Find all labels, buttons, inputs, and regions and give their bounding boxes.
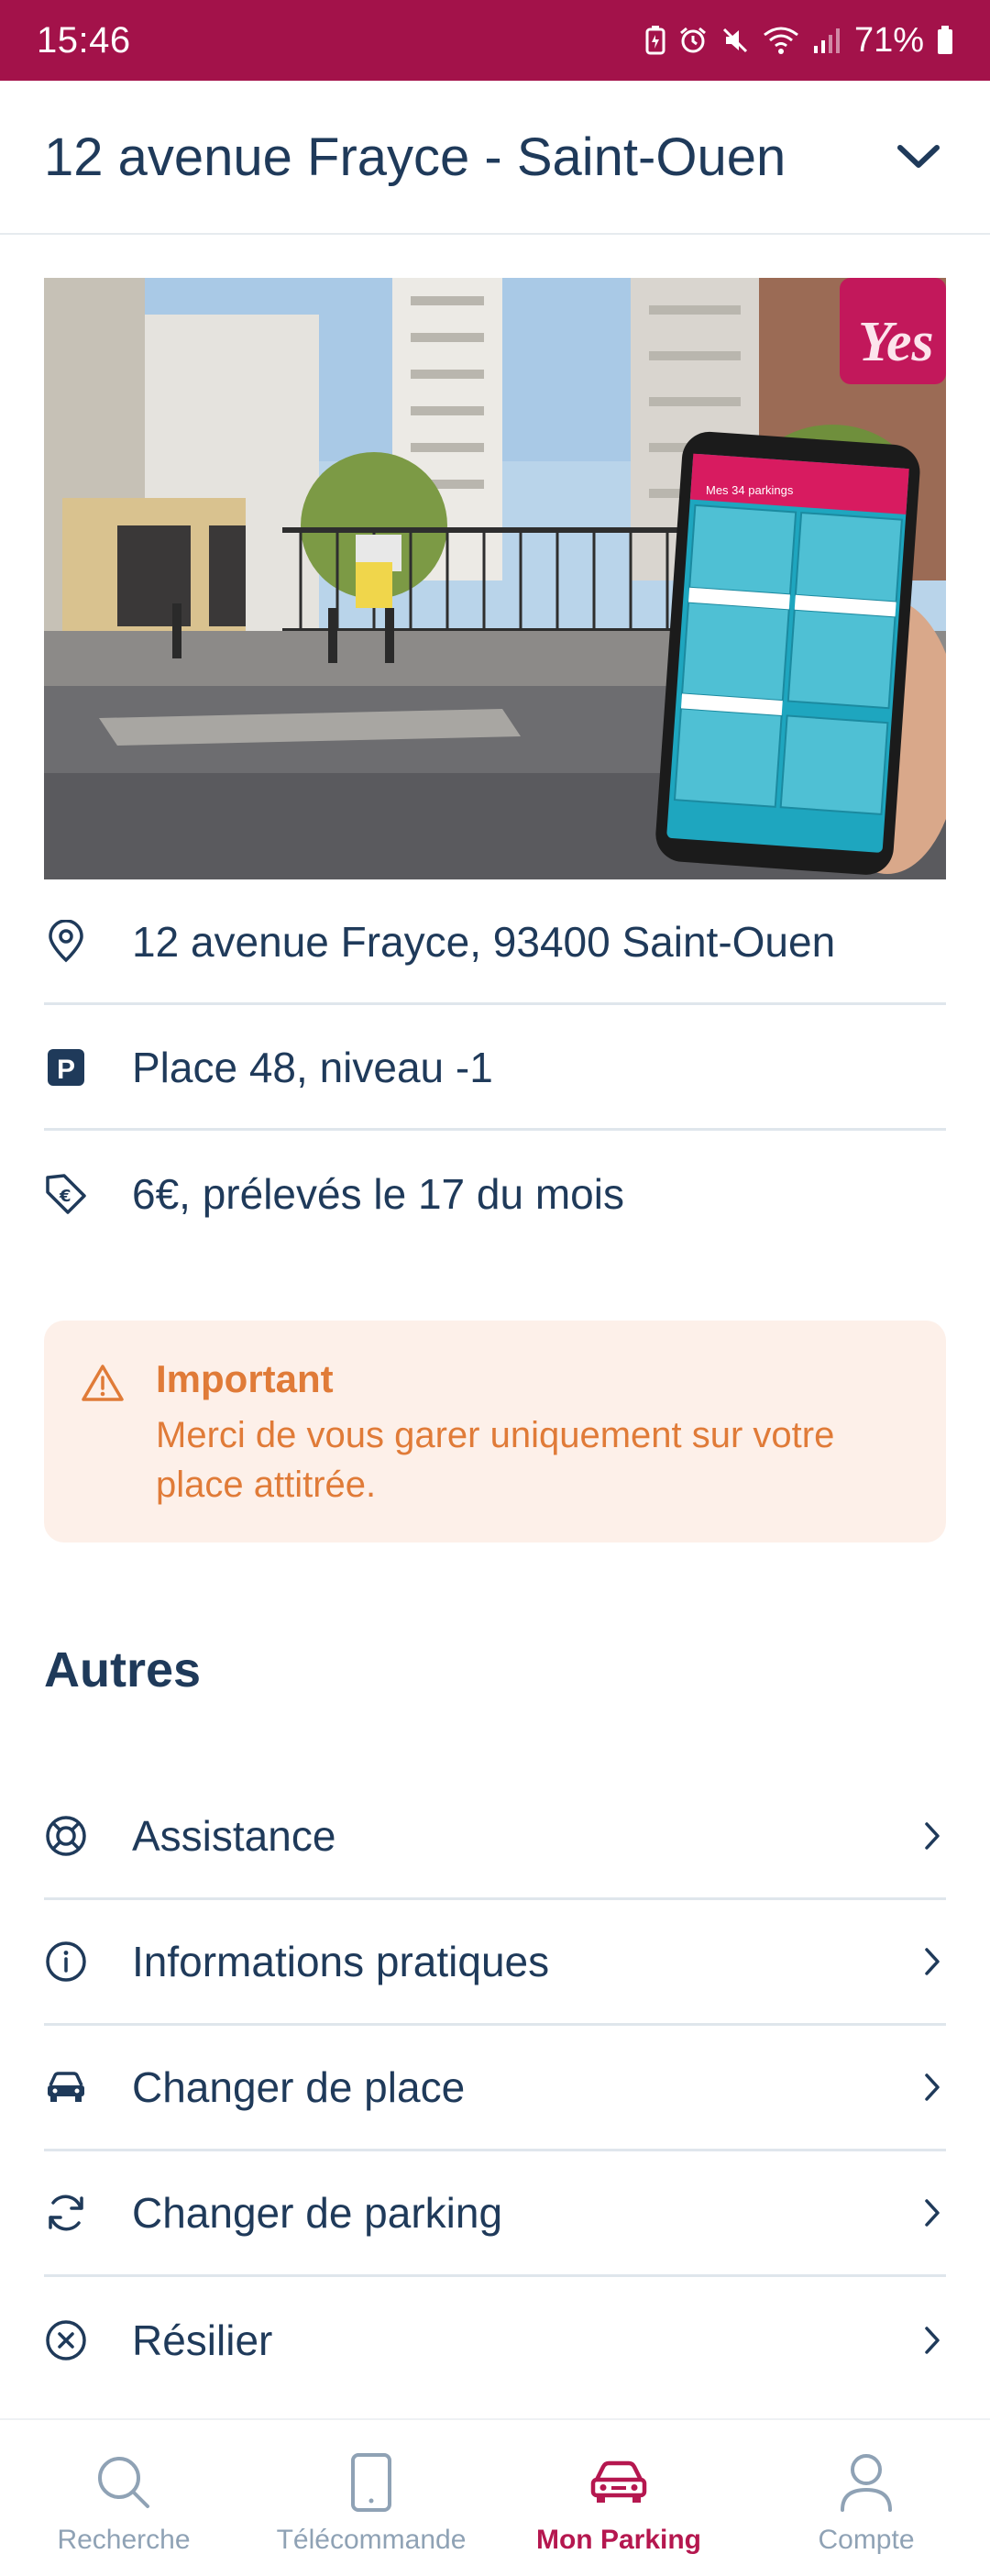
nav-label: Compte bbox=[818, 2525, 915, 2555]
phone-screen-title: Mes 34 parkings bbox=[706, 483, 794, 497]
chevron-down-icon[interactable] bbox=[891, 129, 946, 184]
alert-title: Important bbox=[156, 1357, 334, 1400]
bottom-navigation: Recherche Télécommande Mon Parking Compt… bbox=[0, 2418, 990, 2576]
nav-compte[interactable]: Compte bbox=[742, 2420, 990, 2576]
car-icon bbox=[589, 2448, 648, 2517]
menu-item-label: Changer de parking bbox=[132, 2189, 503, 2237]
battery-icon bbox=[937, 26, 953, 55]
address-text: 12 avenue Frayce, 93400 Saint-Ouen bbox=[132, 917, 836, 966]
phone-icon bbox=[350, 2448, 392, 2517]
mute-icon bbox=[720, 26, 750, 55]
page-title: 12 avenue Frayce - Saint-Ouen bbox=[44, 127, 786, 187]
nav-mon-parking[interactable]: Mon Parking bbox=[495, 2420, 742, 2576]
status-icons: 71% bbox=[645, 21, 953, 61]
parking-icon: P bbox=[44, 1045, 88, 1089]
search-icon bbox=[95, 2448, 152, 2517]
menu-item-label: Informations pratiques bbox=[132, 1938, 550, 1985]
location-pin-icon bbox=[44, 919, 88, 964]
menu-item-changer-place[interactable]: Changer de place bbox=[44, 2026, 946, 2151]
section-title-others: Autres bbox=[44, 1642, 202, 1697]
chevron-right-icon bbox=[918, 1818, 946, 1854]
nav-label: Mon Parking bbox=[535, 2525, 701, 2555]
parking-selector[interactable]: 12 avenue Frayce - Saint-Ouen bbox=[0, 81, 990, 235]
close-circle-icon bbox=[44, 2318, 88, 2362]
place-row: P Place 48, niveau -1 bbox=[44, 1006, 946, 1131]
alert-message: Merci de vous garer uniquement sur votre… bbox=[156, 1415, 835, 1505]
price-text: 6€, prélevés le 17 du mois bbox=[132, 1170, 624, 1218]
nav-label: Télécommande bbox=[276, 2525, 467, 2555]
svg-text:P: P bbox=[57, 1055, 75, 1085]
price-row: € 6€, prélevés le 17 du mois bbox=[44, 1132, 946, 1256]
nav-telecommande[interactable]: Télécommande bbox=[248, 2420, 495, 2576]
nav-recherche[interactable]: Recherche bbox=[0, 2420, 248, 2576]
address-row: 12 avenue Frayce, 93400 Saint-Ouen bbox=[44, 880, 946, 1005]
car-icon bbox=[44, 2065, 88, 2109]
menu-item-changer-parking[interactable]: Changer de parking bbox=[44, 2151, 946, 2277]
important-alert: Important Merci de vous garer uniquement… bbox=[44, 1321, 946, 1542]
place-text: Place 48, niveau -1 bbox=[132, 1043, 493, 1091]
chevron-right-icon bbox=[918, 2069, 946, 2106]
refresh-icon bbox=[44, 2191, 88, 2235]
svg-text:€: € bbox=[59, 1187, 72, 1206]
status-bar: 15:46 71% bbox=[0, 0, 990, 81]
menu-item-label: Assistance bbox=[132, 1812, 336, 1860]
menu-item-assistance[interactable]: Assistance bbox=[44, 1774, 946, 1900]
menu-item-resilier[interactable]: Résilier bbox=[44, 2277, 946, 2403]
battery-saver-icon bbox=[645, 26, 666, 55]
info-icon bbox=[44, 1940, 88, 1984]
menu-item-label: Résilier bbox=[132, 2316, 273, 2364]
chevron-right-icon bbox=[918, 2195, 946, 2231]
status-time: 15:46 bbox=[37, 19, 131, 61]
price-tag-icon: € bbox=[44, 1172, 88, 1216]
menu-item-label: Changer de place bbox=[132, 2063, 466, 2111]
yes-badge-text: Yes bbox=[858, 311, 934, 373]
warning-icon bbox=[81, 1357, 126, 1542]
chevron-right-icon bbox=[918, 1943, 946, 1980]
menu-item-informations[interactable]: Informations pratiques bbox=[44, 1900, 946, 2026]
parking-photo: Mes 34 parkings Yes bbox=[44, 278, 946, 879]
lifebuoy-icon bbox=[44, 1814, 88, 1858]
user-icon bbox=[839, 2448, 894, 2517]
nav-label: Recherche bbox=[57, 2525, 191, 2555]
chevron-right-icon bbox=[918, 2322, 946, 2359]
alarm-icon bbox=[678, 26, 708, 55]
signal-icon bbox=[812, 26, 842, 55]
wifi-icon bbox=[763, 26, 799, 55]
battery-percent: 71% bbox=[853, 20, 924, 60]
